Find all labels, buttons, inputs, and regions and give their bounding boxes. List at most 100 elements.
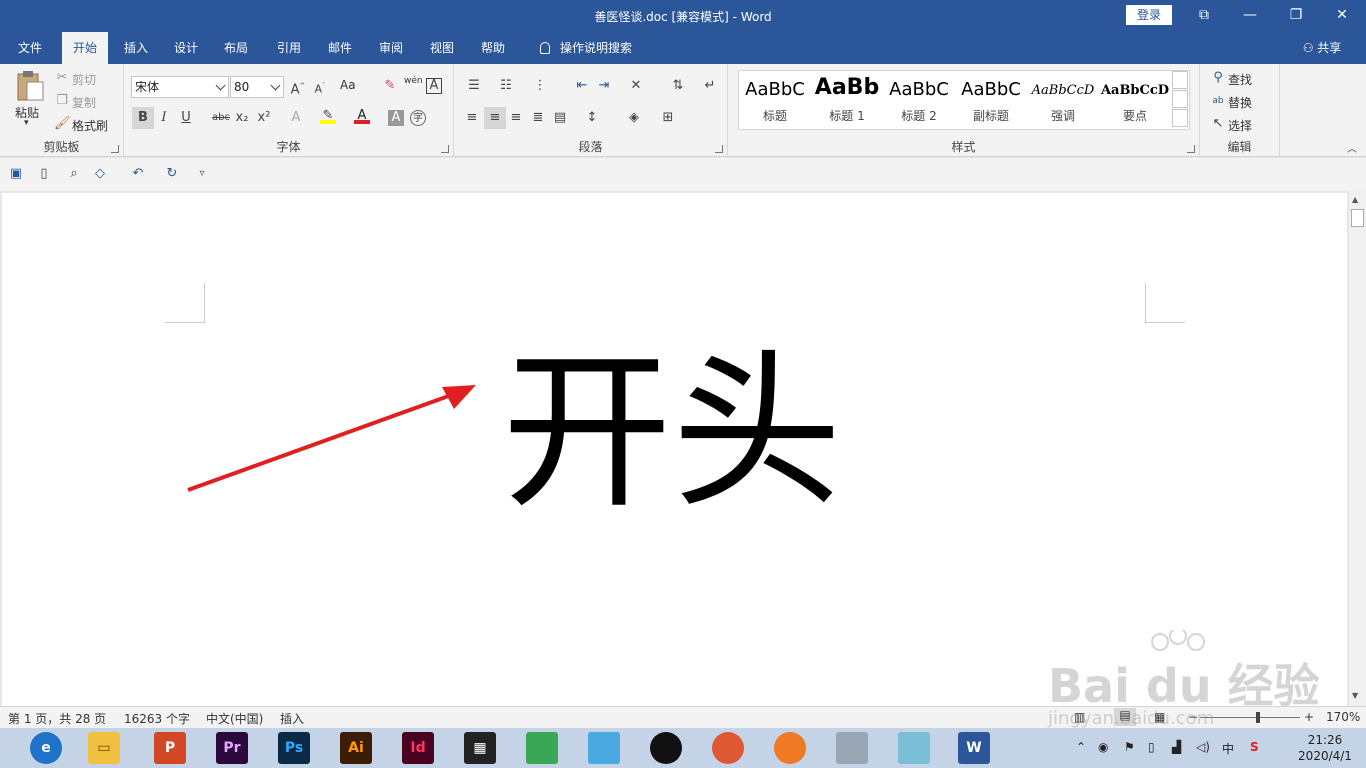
find-button[interactable]: 查找 xyxy=(1228,71,1252,88)
draw-icon[interactable]: ◇ xyxy=(92,166,108,182)
style-heading-2[interactable]: AaBbC 标题 2 xyxy=(883,71,955,129)
tab-review[interactable]: 审阅 xyxy=(369,32,413,64)
phonetic-guide-button[interactable]: wén xyxy=(404,76,423,86)
collapse-ribbon-icon[interactable]: ︿ xyxy=(1344,142,1360,158)
insert-mode[interactable]: 插入 xyxy=(280,710,304,727)
tab-home[interactable]: 开始 xyxy=(62,32,108,64)
document-text[interactable]: 开头 xyxy=(502,333,842,533)
file-explorer-icon[interactable]: ▭ xyxy=(88,732,120,764)
photoshop-icon[interactable]: Ps xyxy=(278,732,310,764)
font-name-combo[interactable]: 宋体 xyxy=(131,76,229,98)
tab-design[interactable]: 设计 xyxy=(164,32,208,64)
clear-formatting-icon[interactable]: ✎ xyxy=(382,78,398,94)
select-button[interactable]: 选择 xyxy=(1228,117,1252,134)
tab-view[interactable]: 视图 xyxy=(420,32,464,64)
shading-icon[interactable]: ◈ xyxy=(626,110,642,126)
line-spacing-icon[interactable]: ↕ xyxy=(584,110,600,126)
print-preview-icon[interactable]: ⌕ xyxy=(66,166,82,182)
word-icon[interactable]: W xyxy=(958,732,990,764)
style-subtitle[interactable]: AaBbC 副标题 xyxy=(955,71,1027,129)
multilevel-list-icon[interactable]: ⋮ xyxy=(532,78,548,94)
word-count[interactable]: 16263 个字 xyxy=(124,710,190,727)
text-effects-icon[interactable]: A xyxy=(288,110,304,126)
style-heading-1[interactable]: AaBb 标题 1 xyxy=(811,71,883,129)
styles-scroll-down-icon[interactable] xyxy=(1172,90,1188,108)
font-color-button[interactable]: A xyxy=(354,108,370,124)
tray-battery-icon[interactable]: ▯ xyxy=(1148,740,1155,754)
vertical-scrollbar[interactable]: ▲ ▼ xyxy=(1349,191,1366,706)
italic-button[interactable]: I xyxy=(156,110,172,126)
tray-sogou-icon[interactable]: S xyxy=(1250,740,1259,754)
tab-layout[interactable]: 布局 xyxy=(214,32,258,64)
undo-icon[interactable]: ↶ xyxy=(130,166,146,182)
asian-layout-icon[interactable]: ✕ xyxy=(628,78,644,94)
tab-references[interactable]: 引用 xyxy=(267,32,311,64)
change-case-button[interactable]: Aa xyxy=(340,78,356,92)
align-left-icon[interactable]: ≡ xyxy=(464,110,480,126)
replace-button[interactable]: 替换 xyxy=(1228,94,1252,111)
tab-insert[interactable]: 插入 xyxy=(114,32,158,64)
cut-button[interactable]: 剪切 xyxy=(72,71,96,88)
notes-app-icon[interactable] xyxy=(898,732,930,764)
umbrella-app-icon[interactable] xyxy=(526,732,558,764)
format-painter-button[interactable]: 格式刷 xyxy=(72,117,108,134)
tell-me-search[interactable]: 操作说明搜索 xyxy=(530,32,642,64)
tray-flag-icon[interactable]: ⚑ xyxy=(1124,740,1135,754)
align-center-icon[interactable]: ≡ xyxy=(484,107,506,129)
tray-volume-icon[interactable]: ◁) xyxy=(1196,740,1210,754)
share-button[interactable]: ⚇ 共享 xyxy=(1294,32,1350,64)
tray-network-icon[interactable]: ▟ xyxy=(1172,740,1181,754)
numbering-icon[interactable]: ☷ xyxy=(498,78,514,94)
minimize-button[interactable]: — xyxy=(1227,0,1273,32)
save-icon[interactable]: ▣ xyxy=(8,166,24,182)
bold-button[interactable]: B xyxy=(132,107,154,129)
show-marks-icon[interactable]: ↵ xyxy=(702,78,718,94)
subscript-button[interactable]: x₂ xyxy=(234,110,250,126)
sort-icon[interactable]: ⇅ xyxy=(670,78,686,94)
tray-qq-icon[interactable]: ◉ xyxy=(1098,740,1108,754)
decrease-indent-icon[interactable]: ⇤ xyxy=(574,78,590,94)
scroll-up-icon[interactable]: ▲ xyxy=(1352,195,1358,204)
login-button[interactable]: 登录 xyxy=(1126,5,1172,25)
ribbon-display-options-button[interactable]: ⧉ xyxy=(1181,0,1227,32)
tray-expand-icon[interactable]: ⌃ xyxy=(1076,740,1086,754)
shrink-font-icon[interactable]: Aˇ xyxy=(312,78,328,96)
character-shading-icon[interactable]: A xyxy=(388,110,404,126)
bullets-icon[interactable]: ☰ xyxy=(466,78,482,94)
underline-button[interactable]: U xyxy=(178,110,194,126)
firefox-like-icon[interactable] xyxy=(774,732,806,764)
close-button[interactable]: ✕ xyxy=(1319,0,1365,32)
styles-launcher-icon[interactable] xyxy=(1187,145,1195,153)
style-strong[interactable]: AaBbCcD 要点 xyxy=(1099,71,1171,129)
camera-app-icon[interactable] xyxy=(836,732,868,764)
chrome-icon[interactable] xyxy=(712,732,744,764)
highlighter-icon[interactable]: ✎ xyxy=(320,108,336,124)
strikethrough-button[interactable]: abc xyxy=(210,110,232,126)
customize-qat-icon[interactable]: ▿ xyxy=(194,166,210,182)
paragraph-launcher-icon[interactable] xyxy=(715,145,723,153)
grow-font-icon[interactable]: A^ xyxy=(290,78,306,97)
align-right-icon[interactable]: ≡ xyxy=(508,110,524,126)
style-title[interactable]: AaBbC 标题 xyxy=(739,71,811,129)
superscript-button[interactable]: x² xyxy=(256,110,272,126)
tab-help[interactable]: 帮助 xyxy=(471,32,515,64)
enclose-characters-icon[interactable]: 字 xyxy=(410,110,426,126)
page-count[interactable]: 第 1 页，共 28 页 xyxy=(8,710,106,727)
font-size-combo[interactable]: 80 xyxy=(230,76,284,98)
character-border-icon[interactable]: A xyxy=(426,78,442,94)
browser-edge-icon[interactable]: e xyxy=(30,732,62,764)
paste-button[interactable]: 粘贴 ▾ xyxy=(12,70,48,130)
copy-button[interactable]: 复制 xyxy=(72,94,96,111)
illustrator-icon[interactable]: Ai xyxy=(340,732,372,764)
style-emphasis[interactable]: AaBbCcD 强调 xyxy=(1027,71,1099,129)
borders-icon[interactable]: ⊞ xyxy=(660,110,676,126)
styles-more-icon[interactable] xyxy=(1172,109,1188,127)
distributed-icon[interactable]: ▤ xyxy=(552,110,568,126)
new-document-icon[interactable]: ▯ xyxy=(36,166,52,182)
powerpoint-icon[interactable]: P xyxy=(154,732,186,764)
chat-app-icon[interactable] xyxy=(588,732,620,764)
justify-icon[interactable]: ≣ xyxy=(530,110,546,126)
tab-file[interactable]: 文件 xyxy=(8,32,52,64)
language[interactable]: 中文(中国) xyxy=(206,710,263,727)
increase-indent-icon[interactable]: ⇥ xyxy=(596,78,612,94)
